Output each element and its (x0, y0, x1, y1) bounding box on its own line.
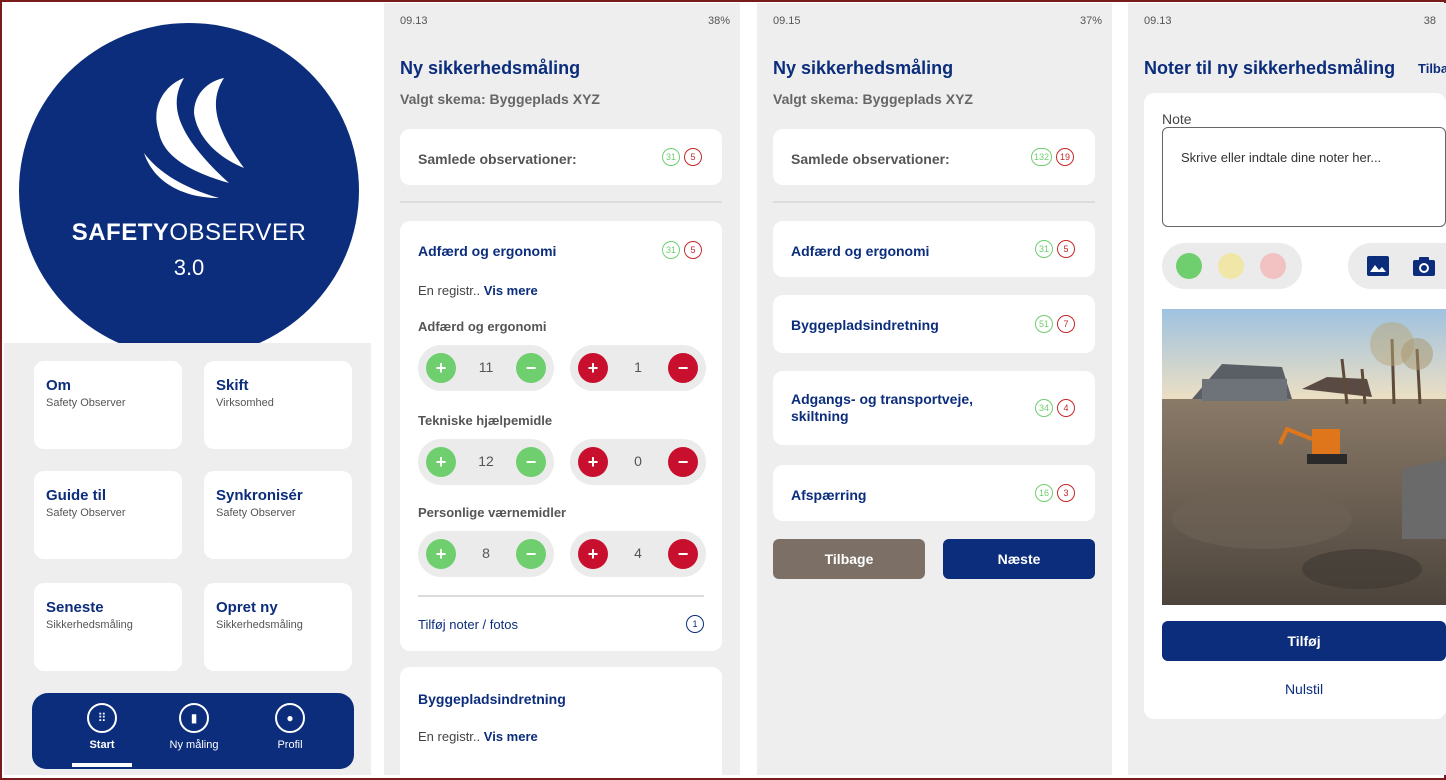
decrement-good-button[interactable]: − (516, 353, 546, 383)
page-subtitle: Valgt skema: Byggeplads XYZ (400, 91, 600, 107)
category-card: Byggepladsindretning En registr.. Vis me… (400, 667, 722, 775)
tile-about[interactable]: Om Safety Observer (34, 361, 182, 449)
decrement-good-button[interactable]: − (516, 539, 546, 569)
bad-counter: + 4 − (570, 531, 706, 577)
notes-count-badge: 1 (686, 615, 704, 633)
page-subtitle: Valgt skema: Byggeplads XYZ (773, 91, 973, 107)
page-title: Ny sikkerhedsmåling (400, 58, 581, 78)
category-item[interactable]: Afspærring 16 3 (773, 465, 1095, 521)
nav-active-indicator (72, 763, 132, 767)
camera-icon[interactable] (1412, 255, 1436, 277)
status-bar: 09.13 38 (1144, 15, 1436, 27)
decrement-bad-button[interactable]: − (668, 447, 698, 477)
show-more-link[interactable]: Vis mere (484, 283, 538, 298)
category-card: Adfærd og ergonomi 31 5 En registr.. Vis… (400, 221, 722, 651)
measurement-screen: 09.13 38% Ny sikkerhedsmåling Valgt skem… (384, 3, 740, 775)
neutral-face-icon[interactable] (1218, 253, 1244, 279)
increment-good-button[interactable]: + (426, 353, 456, 383)
status-bar: 09.13 38% (400, 15, 730, 27)
show-more-link[interactable]: Vis mere (484, 729, 538, 744)
overview-screen: 09.15 37% Ny sikkerhedsmåling Valgt skem… (757, 3, 1112, 775)
person-icon: ● (275, 703, 305, 733)
notes-screen: 09.13 38 Noter til ny sikkerhedsmåling T… (1128, 3, 1446, 775)
logo-wave-icon (144, 78, 244, 198)
brand-name: SAFETYOBSERVER (71, 219, 307, 246)
status-bar: 09.15 37% (773, 15, 1102, 27)
increment-bad-button[interactable]: + (578, 447, 608, 477)
increment-good-button[interactable]: + (426, 447, 456, 477)
increment-bad-button[interactable]: + (578, 353, 608, 383)
add-button[interactable]: Tilføj (1162, 621, 1446, 661)
grid-icon: ⠿ (87, 703, 117, 733)
good-counter: + 11 − (418, 345, 554, 391)
happy-face-icon[interactable] (1176, 253, 1202, 279)
tile-latest[interactable]: Seneste Sikkerhedsmåling (34, 583, 182, 671)
attached-photo[interactable] (1162, 309, 1446, 605)
bad-count-badge: 5 (684, 148, 702, 166)
bad-counter: + 0 − (570, 439, 706, 485)
home-screen: SAFETYOBSERVER 3.0 Om Safety Observer Sk… (4, 3, 371, 775)
nav-start[interactable]: ⠿ Start (62, 703, 142, 751)
back-link[interactable]: Tilba (1418, 61, 1446, 76)
sad-face-icon[interactable] (1260, 253, 1286, 279)
good-counter: + 8 − (418, 531, 554, 577)
note-textarea[interactable]: Skrive eller indtale dine noter her... (1162, 127, 1446, 227)
bad-counter: + 1 − (570, 345, 706, 391)
category-item[interactable]: Adfærd og ergonomi 31 5 (773, 221, 1095, 277)
good-count-badge: 132 (1031, 148, 1053, 166)
bad-count-badge: 5 (684, 241, 702, 259)
decrement-bad-button[interactable]: − (668, 353, 698, 383)
app-version: 3.0 (173, 255, 205, 280)
media-selector (1348, 243, 1446, 289)
good-counter: + 12 − (418, 439, 554, 485)
next-button[interactable]: Næste (943, 539, 1095, 579)
summary-card: Samlede observationer: 31 5 (400, 129, 722, 185)
tile-create-new[interactable]: Opret ny Sikkerhedsmåling (204, 583, 352, 671)
bad-count-badge: 19 (1056, 148, 1075, 166)
page-title: Ny sikkerhedsmåling (773, 58, 954, 78)
category-item[interactable]: Byggepladsindretning 51 7 (773, 295, 1095, 353)
nav-new-measurement[interactable]: ▮ Ny måling (154, 703, 234, 751)
increment-bad-button[interactable]: + (578, 539, 608, 569)
add-notes-link[interactable]: Tilføj noter / fotos (418, 617, 518, 632)
bottom-nav: ⠿ Start ▮ Ny måling ● Profil (32, 693, 354, 769)
category-item[interactable]: Adgangs- og transportveje, skiltning 34 … (773, 371, 1095, 445)
summary-card: Samlede observationer: 132 19 (773, 129, 1095, 185)
decrement-bad-button[interactable]: − (668, 539, 698, 569)
note-label: Note (1162, 111, 1192, 127)
tile-sync[interactable]: Synkronisér Safety Observer (204, 471, 352, 559)
reset-button[interactable]: Nulstil (1162, 681, 1446, 697)
good-count-badge: 31 (662, 241, 680, 259)
back-button[interactable]: Tilbage (773, 539, 925, 579)
tile-switch-company[interactable]: Skift Virksomhed (204, 361, 352, 449)
decrement-good-button[interactable]: − (516, 447, 546, 477)
tile-guide[interactable]: Guide til Safety Observer (34, 471, 182, 559)
rating-selector (1162, 243, 1302, 289)
app-logo: SAFETYOBSERVER 3.0 (19, 23, 359, 358)
clipboard-icon: ▮ (179, 703, 209, 733)
increment-good-button[interactable]: + (426, 539, 456, 569)
nav-profile[interactable]: ● Profil (250, 703, 330, 751)
image-icon[interactable] (1366, 255, 1390, 277)
page-title: Noter til ny sikkerhedsmåling (1144, 58, 1396, 78)
good-count-badge: 31 (662, 148, 680, 166)
